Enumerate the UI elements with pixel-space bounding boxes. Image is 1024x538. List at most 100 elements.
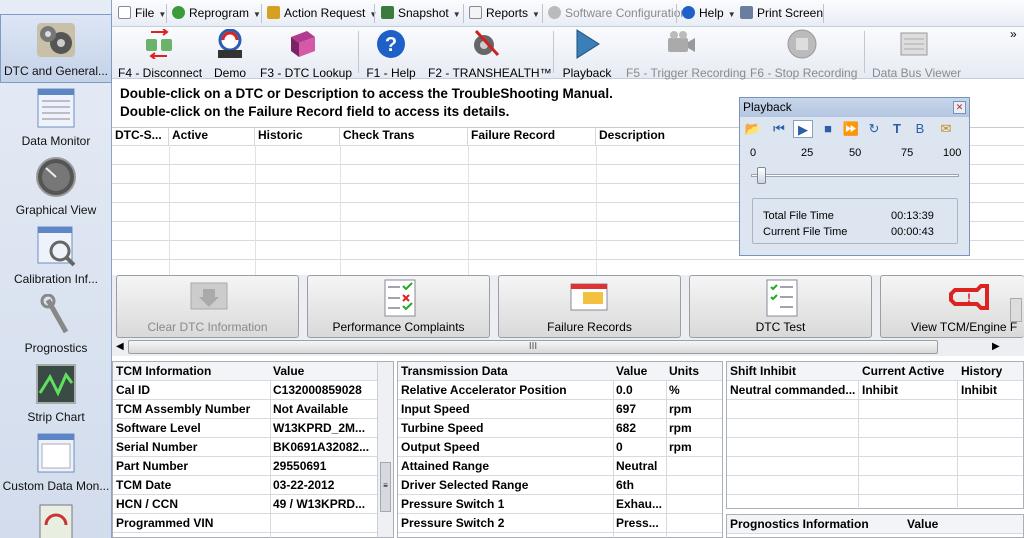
checklist-icon: [384, 279, 416, 317]
svg-text:?: ?: [385, 34, 397, 56]
sidebar-item-graphical-view[interactable]: Graphical View: [0, 152, 112, 221]
menu-software-configuration[interactable]: Software Configuration: [548, 6, 687, 22]
playback-button[interactable]: Playback: [562, 27, 612, 80]
table-row[interactable]: Part Number 29550691: [113, 457, 393, 476]
table-row[interactable]: Turbine Speed 682 rpm: [398, 419, 722, 438]
disconnect-button[interactable]: F4 - Disconnect: [118, 27, 202, 80]
sidebar-item-more[interactable]: [0, 497, 112, 538]
total-file-time-label: Total File Time: [763, 210, 834, 222]
vertical-scrollbar-small[interactable]: [1010, 298, 1022, 322]
scale-tick-label: 100: [943, 147, 962, 159]
view-tcm-engine-button[interactable]: ! View TCM/Engine F: [880, 275, 1024, 338]
column-header-shift-inhibit[interactable]: Shift Inhibit: [730, 364, 796, 378]
table-row[interactable]: Neutral commanded... Inhibit Inhibit: [727, 381, 1023, 400]
table-row[interactable]: Programmed VIN: [113, 514, 393, 533]
table-row[interactable]: TCM Assembly Number Not Available: [113, 400, 393, 419]
help-icon: [682, 6, 695, 19]
table-row[interactable]: Driver Selected Range 6th: [398, 476, 722, 495]
dtc-lookup-button[interactable]: F3 - DTC Lookup: [260, 27, 352, 80]
column-header-tcm-information[interactable]: TCM Information: [116, 364, 211, 378]
scrollbar-thumb[interactable]: III: [128, 340, 938, 354]
table-row[interactable]: Relative Accelerator Position 0.0%: [398, 381, 722, 400]
toolbar-separator: [864, 31, 865, 73]
open-folder-icon[interactable]: 📂: [743, 120, 763, 138]
column-header-dtc-status[interactable]: DTC-S...: [112, 128, 169, 145]
demo-button[interactable]: Demo: [210, 27, 250, 80]
column-header-current-active[interactable]: Current Active: [862, 364, 944, 378]
skip-to-start-icon[interactable]: ⏮: [769, 120, 789, 138]
table-row[interactable]: Attained Range Neutral: [398, 457, 722, 476]
sidebar-item-calibration-info[interactable]: Calibration Inf...: [0, 221, 112, 290]
stop-icon[interactable]: ■: [818, 120, 838, 138]
table-row[interactable]: Pressure Switch 2 Press...: [398, 514, 722, 533]
sidebar-item-prognostics[interactable]: Prognostics: [0, 290, 112, 359]
sidebar-item-custom-data-monitor[interactable]: Custom Data Mon...: [0, 428, 112, 497]
table-row[interactable]: HCN / CCN 49 / W13KPRD...: [113, 495, 393, 514]
clear-dtc-information-button[interactable]: Clear DTC Information: [116, 275, 299, 338]
table-row[interactable]: Cal ID C132000859028: [113, 381, 393, 400]
failure-records-button[interactable]: Failure Records: [498, 275, 681, 338]
menu-action-request[interactable]: Action Request▼: [267, 6, 377, 22]
table-row[interactable]: Serial Number BK0691A32082...: [113, 438, 393, 457]
playback-window[interactable]: Playback ✕ 📂 ⏮ ▶ ■ ⏩ ↻ T B ✉ 0 25 50 75 …: [739, 97, 970, 256]
stop-recording-button[interactable]: F6 - Stop Recording: [750, 27, 857, 80]
printer-icon: [740, 6, 753, 19]
menu-print-screen[interactable]: Print Screen: [740, 6, 823, 22]
vertical-scrollbar[interactable]: ≡: [377, 362, 393, 537]
shift-inhibit-table[interactable]: Shift Inhibit Current Active History Neu…: [726, 361, 1024, 510]
scroll-right-arrow-icon[interactable]: ▶: [992, 341, 1000, 352]
data-bus-viewer-button[interactable]: Data Bus Viewer: [872, 27, 961, 80]
bold-icon[interactable]: B: [910, 120, 930, 138]
scrollbar-thumb[interactable]: ≡: [380, 462, 391, 512]
playback-title-bar[interactable]: Playback ✕: [740, 98, 969, 117]
column-header-value[interactable]: Value: [907, 517, 938, 531]
column-header-units[interactable]: Units: [669, 364, 699, 378]
playback-title: Playback: [743, 100, 792, 114]
table-row[interactable]: Pressure Switch 1 Exhau...: [398, 495, 722, 514]
menu-reprogram[interactable]: Reprogram ▼: [172, 6, 261, 22]
column-header-prognostics-information[interactable]: Prognostics Information: [730, 517, 869, 531]
sidebar-item-dtc-general[interactable]: DTC and General...: [0, 14, 112, 83]
sidebar-item-data-monitor[interactable]: Data Monitor: [0, 83, 112, 152]
tcm-information-table[interactable]: TCM Information Value Cal ID C13200085902…: [112, 361, 394, 538]
trigger-recording-button[interactable]: F5 - Trigger Recording: [626, 27, 746, 80]
horizontal-scrollbar[interactable]: ◀ III ▶: [112, 339, 1024, 356]
performance-complaints-button[interactable]: Performance Complaints: [307, 275, 490, 338]
table-row[interactable]: TCM Date 03-22-2012: [113, 476, 393, 495]
fast-forward-icon[interactable]: ⏩: [841, 120, 861, 138]
toolbar-separator: [358, 31, 359, 73]
column-header-history[interactable]: History: [961, 364, 1002, 378]
help-button[interactable]: ? F1 - Help: [366, 27, 416, 80]
table-row[interactable]: Software Level W13KPRD_2M...: [113, 419, 393, 438]
menu-snapshot[interactable]: Snapshot ▼: [381, 6, 461, 22]
menu-file-label: File: [135, 6, 155, 20]
playback-slider-thumb[interactable]: [757, 167, 767, 184]
column-header-value[interactable]: Value: [273, 364, 304, 378]
table-row: [727, 400, 1023, 419]
mail-icon[interactable]: ✉: [936, 120, 956, 138]
menu-reports[interactable]: Reports ▼: [469, 6, 540, 22]
column-header-active[interactable]: Active: [169, 128, 255, 145]
menu-help[interactable]: Help ▼: [682, 6, 736, 22]
column-header-historic[interactable]: Historic: [255, 128, 340, 145]
transhealth-button[interactable]: F2 - TRANSHEALTH™: [428, 27, 552, 80]
scroll-left-arrow-icon[interactable]: ◀: [116, 341, 124, 352]
menu-reprogram-label: Reprogram: [189, 6, 250, 20]
loop-icon[interactable]: ↻: [864, 120, 884, 138]
toolbar-overflow-button[interactable]: »: [1010, 27, 1017, 41]
table-row[interactable]: Input Speed 697 rpm: [398, 400, 722, 419]
column-header-transmission-data[interactable]: Transmission Data: [401, 364, 508, 378]
prognostics-information-table[interactable]: Prognostics Information Value: [726, 514, 1024, 538]
sidebar-item-strip-chart[interactable]: Strip Chart: [0, 359, 112, 428]
table-row[interactable]: Output Speed 0 rpm: [398, 438, 722, 457]
column-header-failure-record[interactable]: Failure Record: [468, 128, 596, 145]
dtc-test-button[interactable]: DTC Test: [689, 275, 872, 338]
play-icon[interactable]: ▶: [793, 120, 813, 138]
close-icon[interactable]: ✕: [953, 101, 966, 114]
transmission-data-table[interactable]: Transmission Data Value Units Relative A…: [397, 361, 723, 538]
column-header-value[interactable]: Value: [616, 364, 647, 378]
menu-file[interactable]: File ▼: [118, 6, 166, 22]
text-icon[interactable]: T: [887, 120, 907, 138]
playback-slider-track[interactable]: [751, 174, 959, 177]
column-header-check-trans[interactable]: Check Trans: [340, 128, 468, 145]
